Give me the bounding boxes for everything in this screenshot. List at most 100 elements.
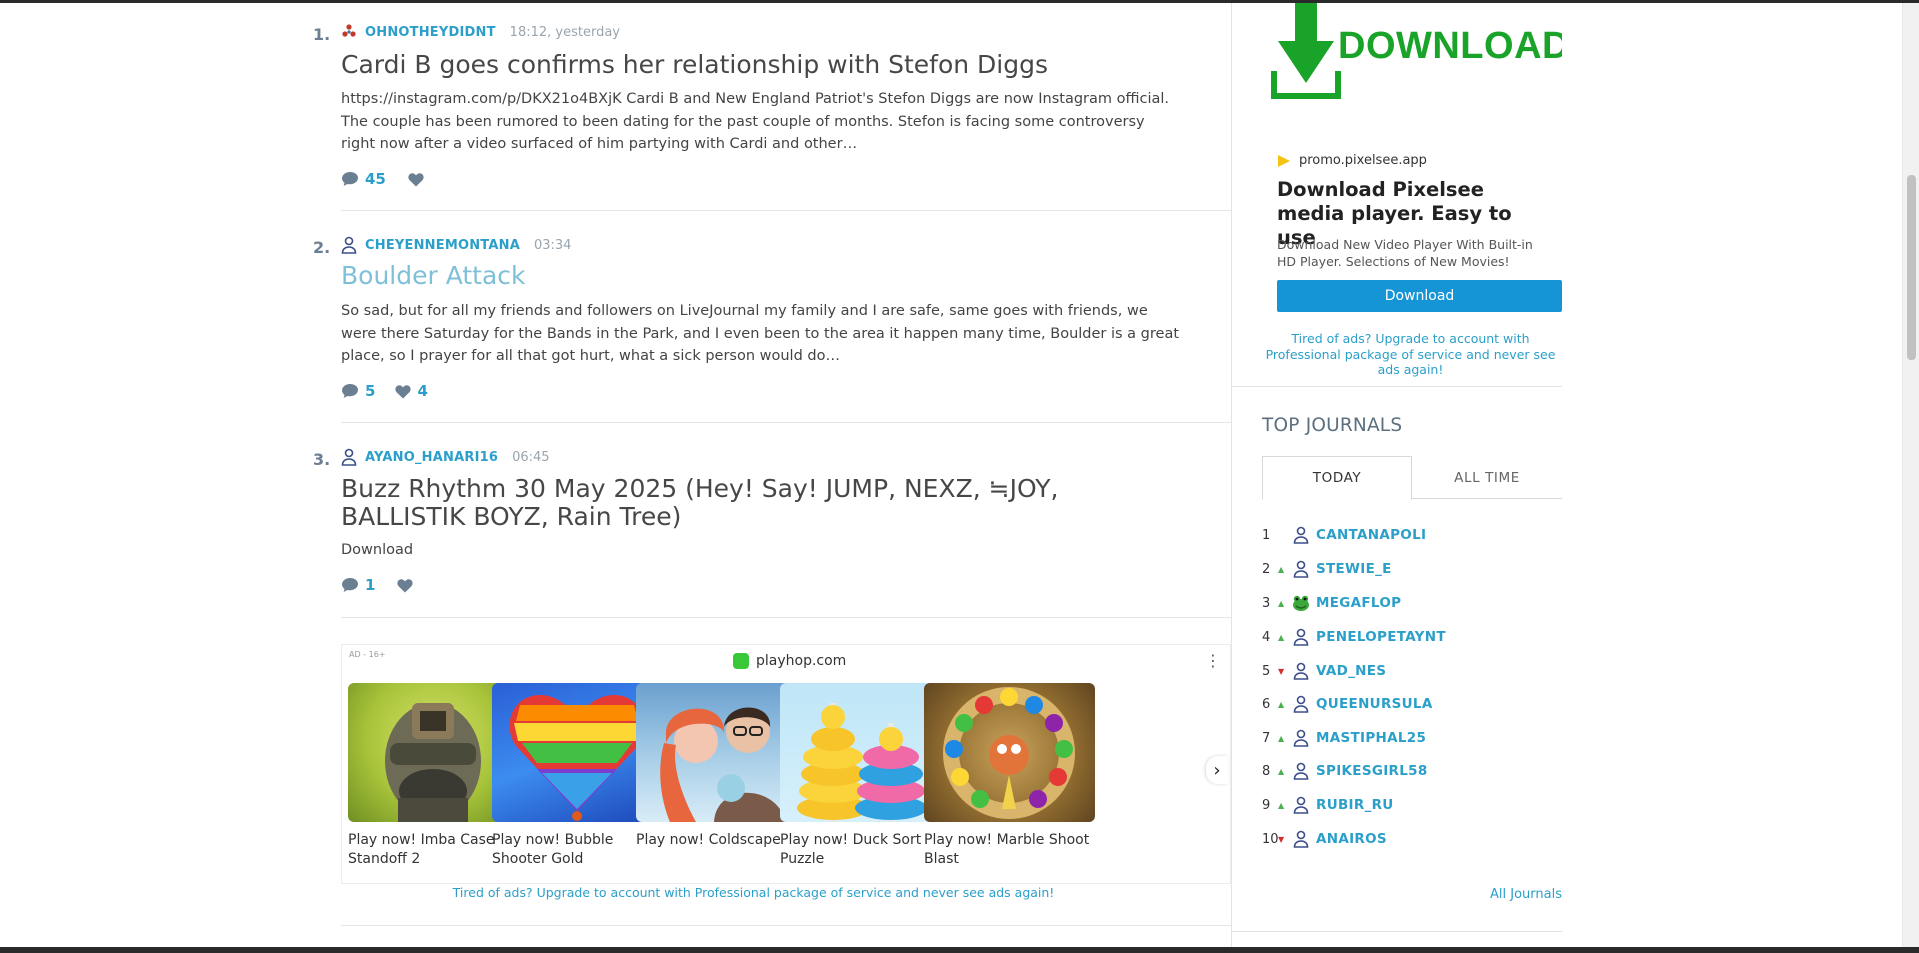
tab-today[interactable]: TODAY	[1262, 456, 1412, 500]
trend-up-icon: ▲	[1278, 800, 1285, 810]
journal-rank: 1	[1262, 527, 1271, 543]
like-button[interactable]	[397, 578, 419, 593]
chevron-right-icon: ›	[1213, 759, 1221, 781]
top-journals-tabs: TODAY ALL TIME	[1262, 456, 1562, 500]
journal-row: 1 CANTANAPOLI	[1262, 525, 1562, 545]
post-meta: CHEYENNEMONTANA 03:34	[341, 236, 571, 254]
journal-rank: 6	[1262, 696, 1271, 712]
comment-icon	[342, 384, 358, 398]
journal-rank: 3	[1262, 595, 1271, 611]
post-author-link[interactable]: AYANO_HANARI16	[365, 450, 498, 465]
trend-down-icon: ▼	[1278, 834, 1285, 844]
comment-icon	[342, 172, 358, 186]
post-excerpt: So sad, but for all my friends and follo…	[341, 303, 1180, 364]
journal-rank: 9	[1262, 797, 1271, 813]
comments-count: 45	[365, 170, 386, 188]
user-icon	[1293, 830, 1309, 848]
game-caption: Play now! Marble Shoot Blast	[924, 832, 1090, 867]
section-divider	[341, 925, 1231, 926]
user-icon	[1293, 662, 1309, 680]
like-button[interactable]: 4	[395, 382, 428, 400]
ad-age-label: AD - 16+	[349, 650, 386, 659]
sidebar-divider	[1231, 3, 1232, 947]
trend-up-icon: ▲	[1278, 699, 1285, 709]
journal-link[interactable]: RUBIR_RU	[1316, 797, 1394, 813]
frog-avatar-icon	[1293, 595, 1309, 611]
journal-link[interactable]: ANAIROS	[1316, 831, 1387, 847]
journal-rank: 5	[1262, 663, 1271, 679]
ad-source[interactable]: promo.pixelsee.app	[1277, 153, 1427, 168]
trend-down-icon: ▼	[1278, 666, 1285, 676]
journal-link[interactable]: SPIKESGIRL58	[1316, 763, 1428, 779]
journal-rank: 4	[1262, 629, 1271, 645]
user-icon	[341, 236, 359, 254]
post-actions: 5 4	[341, 381, 428, 401]
page-scrollbar[interactable]	[1902, 3, 1919, 947]
window-top-border	[0, 0, 1919, 3]
user-icon	[1293, 729, 1309, 747]
journal-rank: 10	[1262, 831, 1279, 847]
ad-upgrade-link[interactable]: Tired of ads? Upgrade to account with Pr…	[1259, 331, 1562, 378]
journal-row: 6 ▲ QUEENURSULA	[1262, 694, 1562, 714]
journal-link[interactable]: MASTIPHAL25	[1316, 730, 1426, 746]
heart-icon	[408, 172, 424, 186]
top-journals-heading: TOP JOURNALS	[1262, 415, 1403, 436]
ad-description: Download New Video Player With Built-in …	[1277, 237, 1533, 269]
game-thumbnail-marble	[924, 683, 1095, 822]
post-divider	[341, 617, 1231, 618]
journal-link[interactable]: VAD_NES	[1316, 663, 1386, 679]
post-time: 06:45	[512, 449, 550, 465]
journal-link[interactable]: QUEENURSULA	[1316, 696, 1433, 712]
post-time: 03:34	[533, 237, 572, 253]
post-author-link[interactable]: CHEYENNEMONTANA	[365, 238, 520, 253]
playhop-icon	[733, 653, 749, 669]
trend-up-icon: ▲	[1278, 598, 1285, 608]
journal-link[interactable]: CANTANAPOLI	[1316, 527, 1426, 543]
post-title-link[interactable]: Boulder Attack	[341, 262, 1121, 290]
post-actions: 45	[341, 169, 430, 189]
comments-button[interactable]: 5	[341, 382, 375, 400]
comments-button[interactable]: 45	[341, 170, 386, 188]
user-icon	[1293, 695, 1309, 713]
journal-rank: 8	[1262, 763, 1271, 779]
post-divider	[341, 210, 1231, 211]
journal-row: 5 ▼ VAD_NES	[1262, 661, 1562, 681]
journal-link[interactable]: STEWIE_E	[1316, 561, 1392, 577]
comments-button[interactable]: 1	[341, 576, 375, 594]
user-icon	[1293, 628, 1309, 646]
trend-up-icon: ▲	[1278, 632, 1285, 642]
banner-text: DOWNLOAD	[1338, 25, 1562, 67]
user-icon	[1293, 560, 1309, 578]
window-bottom-border	[0, 947, 1919, 953]
post-title-link[interactable]: Cardi B goes confirms her relationship w…	[341, 51, 1121, 79]
heart-icon	[395, 384, 412, 398]
post-excerpt: https://instagram.com/p/DKX21o4BXjK Card…	[341, 91, 1170, 152]
post-title-link[interactable]: Buzz Rhythm 30 May 2025 (Hey! Say! JUMP,…	[341, 475, 1121, 531]
ad-download-button[interactable]: Download	[1277, 280, 1562, 312]
journal-link[interactable]: MEGAFLOP	[1316, 595, 1401, 611]
journal-link[interactable]: PENELOPETAYNT	[1316, 629, 1446, 645]
trend-up-icon: ▲	[1278, 766, 1285, 776]
user-icon	[1293, 762, 1309, 780]
ad-upgrade-link[interactable]: Tired of ads? Upgrade to account with Pr…	[341, 885, 1166, 900]
more-options-icon[interactable]: ⋮	[1205, 653, 1221, 669]
user-icon	[1293, 526, 1309, 544]
game-tile[interactable]: Play now! Marble Shoot Blast	[924, 683, 1095, 868]
play-icon	[1278, 154, 1290, 167]
journal-row: 4 ▲ PENELOPETAYNT	[1262, 627, 1562, 647]
all-journals-link[interactable]: All Journals	[1490, 887, 1562, 902]
tab-all-time[interactable]: ALL TIME	[1412, 456, 1562, 499]
post-author-link[interactable]: OHNOTHEYDIDNT	[365, 25, 496, 40]
comment-icon	[342, 578, 358, 592]
carousel-next-button[interactable]: ›	[1206, 756, 1228, 784]
journal-rank: 2	[1262, 561, 1271, 577]
post-actions: 1	[341, 575, 419, 595]
like-button[interactable]	[408, 172, 430, 187]
sidebar-divider-line	[1232, 386, 1562, 387]
journal-row: 9 ▲ RUBIR_RU	[1262, 795, 1562, 815]
download-banner-ad[interactable]: DOWNLOAD	[1259, 3, 1562, 105]
ad-domain-link[interactable]: playhop.com	[733, 653, 846, 669]
user-icon	[1293, 796, 1309, 814]
scrollbar-thumb[interactable]	[1907, 175, 1916, 360]
community-icon	[341, 23, 359, 41]
